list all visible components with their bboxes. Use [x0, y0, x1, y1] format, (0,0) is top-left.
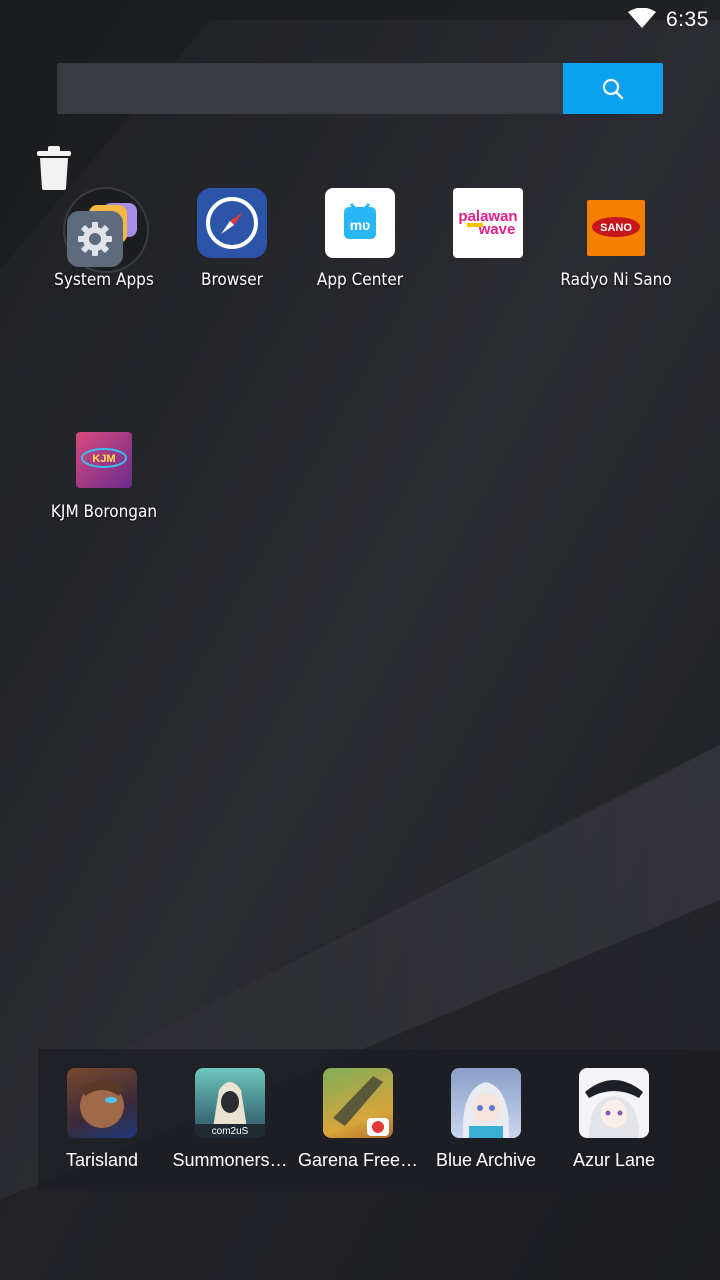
summoners-war-icon: com2uS — [195, 1068, 265, 1138]
dock-app-garena-free-fire[interactable]: Garena Free… — [294, 1049, 422, 1191]
blue-archive-icon — [451, 1068, 521, 1138]
app-radyo-ni-sano[interactable]: SANO Radyo Ni Sano — [551, 176, 681, 306]
clock: 6:35 — [666, 8, 709, 31]
radyo-ni-sano-text: SANO — [600, 222, 632, 234]
wifi-icon — [628, 8, 656, 28]
dock-app-summoners-war[interactable]: com2uS Summoners… — [166, 1049, 294, 1191]
dock: Tarisland com2uS Summoners… Garena Free… — [38, 1049, 682, 1191]
svg-text:mʋ: mʋ — [350, 217, 371, 233]
browser-compass-icon — [197, 188, 267, 258]
app-label: Radyo Ni Sano — [560, 270, 672, 290]
kjm-borongan-icon: KJM — [76, 432, 132, 488]
dock-app-label: Azur Lane — [572, 1150, 656, 1170]
azur-lane-icon — [579, 1068, 649, 1138]
kjm-text: KJM — [92, 453, 115, 465]
dock-app-azur-lane[interactable]: Azur Lane — [550, 1049, 678, 1191]
garena-free-fire-icon — [323, 1068, 393, 1138]
dock-app-tarisland[interactable]: Tarisland — [38, 1049, 166, 1191]
search-button[interactable] — [563, 63, 663, 114]
dock-app-blue-archive[interactable]: Blue Archive — [422, 1049, 550, 1191]
dock-app-label: Tarisland — [65, 1150, 139, 1170]
app-app-center[interactable]: mʋ App Center — [295, 176, 425, 306]
search-icon — [602, 78, 624, 100]
app-center-icon: mʋ — [325, 188, 395, 258]
tarisland-icon — [67, 1068, 137, 1138]
dock-app-label: Garena Free… — [297, 1150, 419, 1170]
system-apps-folder-icon — [63, 187, 149, 273]
status-bar: 6:35 — [0, 0, 720, 36]
dock-app-label: Blue Archive — [435, 1150, 537, 1170]
app-label: App Center — [316, 270, 404, 290]
com2us-text: com2uS — [212, 1126, 249, 1137]
app-kjm-borongan[interactable]: KJM KJM Borongan — [39, 408, 169, 538]
radyo-ni-sano-icon: SANO — [587, 200, 645, 256]
dock-app-label: Summoners… — [172, 1150, 288, 1170]
palawan-wave-icon: palawan wave — [453, 188, 523, 258]
app-label: KJM Borongan — [50, 502, 158, 522]
